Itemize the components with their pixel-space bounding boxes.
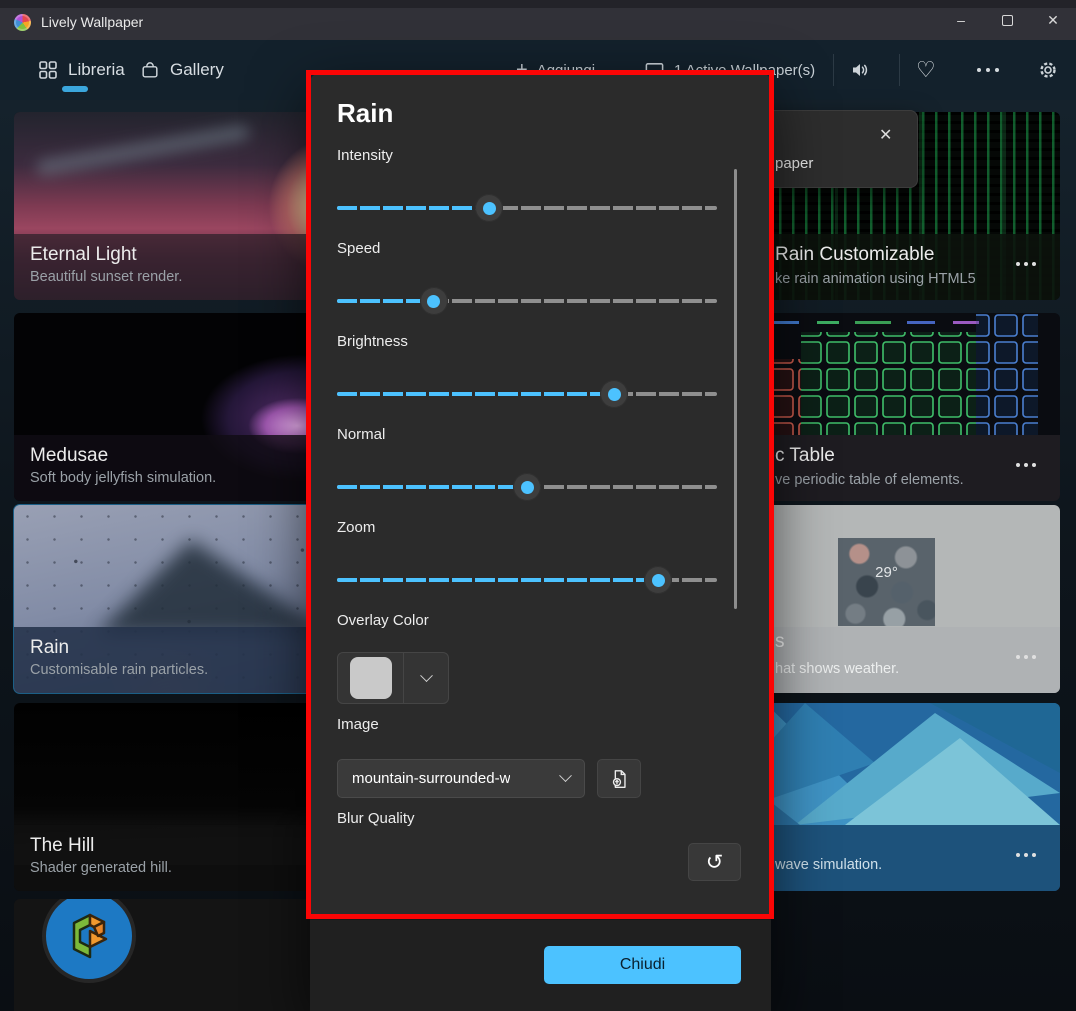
reset-icon: ↺ [706,850,724,874]
slider-thumb[interactable] [600,380,628,408]
weather-temperature: 29° [838,564,935,581]
dialog-scrollbar[interactable] [734,169,737,609]
tab-library-label: Libreria [68,60,125,80]
nav-divider [899,54,900,86]
speaker-icon [849,59,871,81]
blur-quality-label: Blur Quality [337,810,415,827]
maximize-button[interactable] [984,0,1030,40]
brightness-label: Brightness [337,333,408,350]
window-title: Lively Wallpaper [41,14,143,30]
bag-icon [140,60,160,80]
card-description: ke rain animation using HTML5 [775,271,976,287]
active-tab-indicator [62,86,88,92]
app-window: Lively Wallpaper – ✕ Libreria Gallery + [0,0,1076,1011]
more-menu-button[interactable] [977,40,999,100]
favorites-button[interactable]: ♡ [916,40,936,100]
card-more-button[interactable] [1016,463,1036,467]
browse-image-button[interactable] [597,759,641,798]
zoom-slider[interactable] [337,566,717,594]
chevron-down-icon [559,769,572,782]
card-title: s [775,630,785,654]
heart-icon: ♡ [916,57,936,83]
image-label: Image [337,716,379,733]
title-bar: Lively Wallpaper – ✕ [0,0,1076,40]
card-more-button[interactable] [1016,655,1036,659]
tab-gallery[interactable]: Gallery [140,40,224,100]
slider-thumb[interactable] [475,194,503,222]
ellipsis-icon [977,68,999,72]
close-button[interactable]: ✕ [1030,0,1076,40]
normal-label: Normal [337,426,385,443]
close-dialog-button[interactable]: Chiudi [544,946,741,984]
flyout-close-icon[interactable]: ✕ [879,125,892,145]
dialog-footer: Chiudi [310,919,771,1011]
brightness-slider[interactable] [337,380,717,408]
volume-button[interactable] [849,40,871,100]
normal-slider[interactable] [337,473,717,501]
slider-thumb[interactable] [420,287,448,315]
intensity-label: Intensity [337,147,393,164]
card-more-button[interactable] [1016,262,1036,266]
dialog-title: Rain [337,98,393,129]
settings-button[interactable] [1037,40,1059,100]
grid-icon [38,60,58,80]
intensity-slider[interactable] [337,194,717,222]
color-swatch-button[interactable] [338,653,404,703]
card-more-button[interactable] [1016,853,1036,857]
chevron-down-icon [420,669,433,682]
customize-dialog: Rain Intensity Speed Brightness Normal Z… [310,74,771,1011]
card-title: Rain Customizable [775,243,934,267]
reset-button[interactable]: ↺ [688,843,741,881]
image-select[interactable]: mountain-surrounded-w [337,759,585,798]
tab-library[interactable]: Libreria [38,40,125,100]
card-description: wave simulation. [775,857,882,873]
gear-icon [1037,59,1059,81]
maximize-icon [1002,15,1013,26]
zoom-label: Zoom [337,519,375,536]
flyout-text: paper [775,155,813,172]
overlay-color-label: Overlay Color [337,612,429,629]
app-logo-icon [14,14,31,31]
speed-slider[interactable] [337,287,717,315]
nav-divider [833,54,834,86]
lively-logo-icon [42,899,136,983]
overlay-color-picker[interactable] [337,652,449,704]
minimize-button[interactable]: – [938,0,984,40]
color-swatch [350,657,392,699]
color-dropdown-button[interactable] [404,653,448,703]
card-title: c Table [775,444,835,468]
file-upload-icon [608,768,630,790]
card-description: ve periodic table of elements. [775,472,964,488]
card-description: hat shows weather. [775,661,899,677]
tab-gallery-label: Gallery [170,60,224,80]
image-select-value: mountain-surrounded-w [352,770,510,787]
slider-thumb[interactable] [513,473,541,501]
slider-thumb[interactable] [644,566,672,594]
speed-label: Speed [337,240,380,257]
